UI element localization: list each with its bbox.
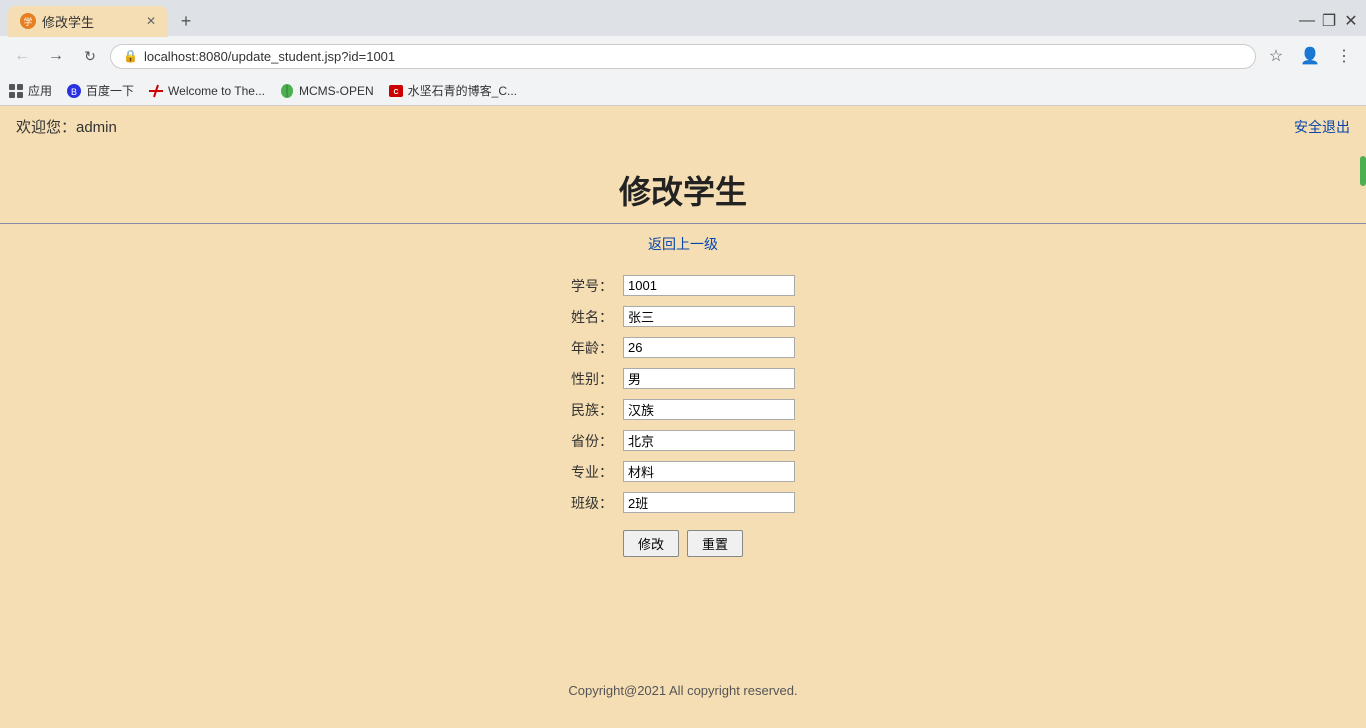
- page-title: 修改学生: [0, 167, 1366, 213]
- tab-favicon: 学: [20, 13, 36, 29]
- maximize-button[interactable]: ❐: [1322, 14, 1336, 28]
- bookmark-baidu[interactable]: B 百度一下: [66, 82, 134, 99]
- input-province[interactable]: [623, 430, 795, 451]
- browser-titlebar: 学 修改学生 ✕ + — ❐ ✕: [0, 0, 1366, 36]
- svg-text:B: B: [71, 87, 77, 97]
- form-label-major: 专业：: [567, 456, 619, 487]
- footer: Copyright@2021 All copyright reserved.: [0, 663, 1366, 718]
- baidu-icon: B: [66, 83, 82, 99]
- form-row-ethnicity: 民族：: [567, 394, 799, 425]
- page-content: 欢迎您：admin 安全退出 修改学生 返回上一级 学号：姓名：年龄：性别：民族…: [0, 106, 1366, 728]
- reset-button[interactable]: 重置: [687, 530, 743, 557]
- tab-title: 修改学生: [42, 12, 94, 31]
- bookmark-welcome[interactable]: Welcome to The...: [148, 83, 265, 99]
- form-label-name: 姓名：: [567, 301, 619, 332]
- form-row-student_id: 学号：: [567, 270, 799, 301]
- apps-icon: [8, 83, 24, 99]
- welcome-text: 欢迎您：admin: [16, 116, 117, 137]
- lock-icon: 🔒: [123, 49, 138, 63]
- divider: [0, 223, 1366, 224]
- bookmark-mcms[interactable]: MCMS-OPEN: [279, 83, 374, 99]
- form-label-student_id: 学号：: [567, 270, 619, 301]
- input-major[interactable]: [623, 461, 795, 482]
- form-label-gender: 性别：: [567, 363, 619, 394]
- page-title-section: 修改学生: [0, 147, 1366, 223]
- form-row-province: 省份：: [567, 425, 799, 456]
- form-label-class: 班级：: [567, 487, 619, 518]
- window-controls: — ❐ ✕: [1300, 14, 1358, 28]
- footer-text: Copyright@2021 All copyright reserved.: [568, 683, 797, 698]
- leaf-icon: [279, 83, 295, 99]
- bookmark-welcome-label: Welcome to The...: [168, 84, 265, 98]
- back-link-section: 返回上一级: [0, 234, 1366, 254]
- slash-icon: [148, 83, 164, 99]
- browser-chrome: 学 修改学生 ✕ + — ❐ ✕ ← → ↻ 🔒 localhost:8080/…: [0, 0, 1366, 106]
- forward-button[interactable]: →: [42, 42, 70, 70]
- form-cell-age: [619, 332, 799, 363]
- input-gender[interactable]: [623, 368, 795, 389]
- form-cell-province: [619, 425, 799, 456]
- logout-link[interactable]: 安全退出: [1294, 117, 1350, 137]
- bookmark-apps[interactable]: 应用: [8, 82, 52, 99]
- form-label-age: 年龄：: [567, 332, 619, 363]
- form-cell-gender: [619, 363, 799, 394]
- form-row-major: 专业：: [567, 456, 799, 487]
- form-cell-class: [619, 487, 799, 518]
- input-name[interactable]: [623, 306, 795, 327]
- bookmarks-bar: 应用 B 百度一下 Welcome to The... MCMS-OPEN: [0, 76, 1366, 106]
- form-cell-major: [619, 456, 799, 487]
- form-cell-name: [619, 301, 799, 332]
- form-row-name: 姓名：: [567, 301, 799, 332]
- address-bar[interactable]: 🔒 localhost:8080/update_student.jsp?id=1…: [110, 44, 1256, 69]
- form-row-class: 班级：: [567, 487, 799, 518]
- bookmark-baidu-label: 百度一下: [86, 82, 134, 99]
- input-ethnicity[interactable]: [623, 399, 795, 420]
- input-student_id[interactable]: [623, 275, 795, 296]
- submit-button[interactable]: 修改: [623, 530, 679, 557]
- svg-text:C: C: [393, 89, 398, 96]
- csdn-icon: C: [388, 83, 404, 99]
- student-form: 学号：姓名：年龄：性别：民族：省份：专业：班级：: [567, 270, 799, 518]
- input-class[interactable]: [623, 492, 795, 513]
- back-link[interactable]: 返回上一级: [648, 236, 718, 252]
- bookmark-apps-label: 应用: [28, 82, 52, 99]
- form-label-province: 省份：: [567, 425, 619, 456]
- form-buttons: 修改 重置: [623, 530, 743, 557]
- top-bar: 欢迎您：admin 安全退出: [0, 106, 1366, 147]
- form-row-gender: 性别：: [567, 363, 799, 394]
- form-section: 学号：姓名：年龄：性别：民族：省份：专业：班级： 修改 重置: [0, 270, 1366, 557]
- scrollbar-indicator: [1360, 156, 1366, 186]
- bookmark-csdn-label: 水坚石青的博客_C...: [408, 82, 517, 99]
- input-age[interactable]: [623, 337, 795, 358]
- minimize-button[interactable]: —: [1300, 14, 1314, 28]
- bookmark-csdn[interactable]: C 水坚石青的博客_C...: [388, 82, 517, 99]
- menu-button[interactable]: ⋮: [1330, 42, 1358, 70]
- url-text: localhost:8080/update_student.jsp?id=100…: [144, 49, 1243, 64]
- tab-close-icon[interactable]: ✕: [146, 14, 156, 28]
- form-row-age: 年龄：: [567, 332, 799, 363]
- browser-tab[interactable]: 学 修改学生 ✕: [8, 6, 168, 37]
- profile-button[interactable]: 👤: [1296, 42, 1324, 70]
- reload-button[interactable]: ↻: [76, 42, 104, 70]
- bookmark-star-button[interactable]: ☆: [1262, 42, 1290, 70]
- browser-toolbar: ← → ↻ 🔒 localhost:8080/update_student.js…: [0, 36, 1366, 76]
- bookmark-mcms-label: MCMS-OPEN: [299, 84, 374, 98]
- form-label-ethnicity: 民族：: [567, 394, 619, 425]
- close-button[interactable]: ✕: [1344, 14, 1358, 28]
- back-button[interactable]: ←: [8, 42, 36, 70]
- new-tab-button[interactable]: +: [172, 7, 200, 35]
- form-cell-ethnicity: [619, 394, 799, 425]
- form-cell-student_id: [619, 270, 799, 301]
